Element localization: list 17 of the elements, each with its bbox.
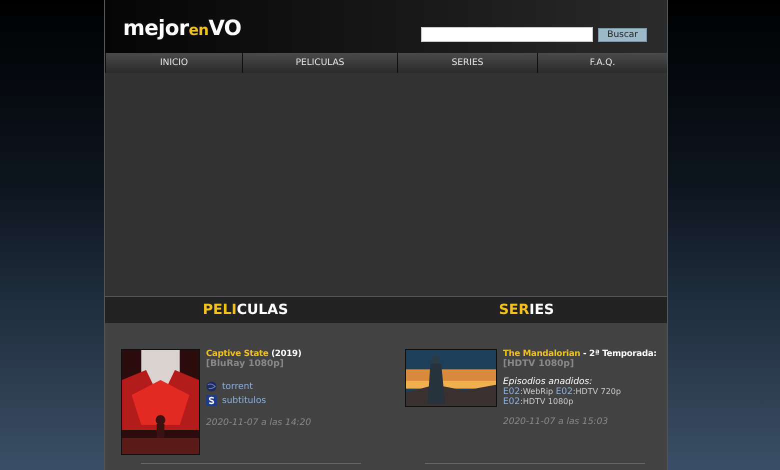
date-label: 2020-11-07 a las 14:20 (206, 418, 312, 428)
quality-label: [BluRay 1080p] (206, 359, 285, 369)
download-link[interactable]: torrent (222, 382, 253, 392)
entry-title[interactable]: The Mandalorian - 2ª Temporada: (503, 349, 663, 359)
search-field[interactable] (421, 27, 594, 42)
globe-icon (206, 381, 217, 392)
entry-title[interactable]: Captive State (2019) (206, 349, 312, 359)
download-link[interactable]: subtitulos (222, 396, 266, 406)
subtitles-icon (206, 395, 217, 406)
episode-list[interactable]: E02:WebRip E02:HDTV 720p E02:HDTV 1080p (503, 387, 663, 407)
site-logo[interactable]: mejorenVO (123, 16, 242, 40)
quality-label: [HDTV 1080p] (503, 359, 575, 369)
search-button[interactable]: Buscar (598, 28, 647, 42)
episodes-label: Episodios anadidos: (503, 377, 594, 387)
date-label: 2020-11-07 a las 15:03 (503, 417, 610, 427)
section-heading: PELICULAS (202, 302, 288, 318)
section-heading: SERIES (498, 302, 554, 318)
